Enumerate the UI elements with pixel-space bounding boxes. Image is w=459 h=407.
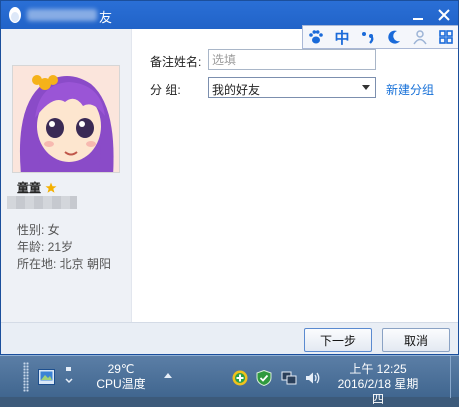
cartoon-girl-avatar	[13, 66, 119, 172]
ime-toolbar[interactable]: 中	[302, 25, 458, 49]
taskbar: 29℃ CPU温度 上午 12:25 2016/2/18 星期四	[0, 355, 459, 406]
dropdown-arrow-icon	[362, 85, 370, 90]
ime-punctuation-button[interactable]	[355, 26, 381, 48]
location-info: 所在地: 北京 朝阳	[17, 257, 112, 271]
add-friend-dialog: 友 中 童童 性别: 女 年龄: 21岁 所在地: 北京 朝阳 备注姓名: 选填…	[0, 0, 459, 355]
group-label: 分 组:	[150, 83, 181, 97]
star-icon	[45, 182, 57, 193]
clock-date: 2016/2/18 星期四	[337, 377, 419, 406]
show-hidden-icons-arrow-icon[interactable]	[164, 373, 172, 378]
group-select-value: 我的好友	[212, 83, 261, 97]
remark-name-label: 备注姓名:	[150, 55, 202, 69]
volume-icon[interactable]	[305, 370, 321, 386]
security-plus-icon[interactable]	[232, 370, 248, 386]
ime-user-button[interactable]	[407, 26, 433, 48]
paw-icon	[309, 30, 323, 44]
new-group-link[interactable]: 新建分组	[386, 81, 434, 98]
temperature-value: 29℃	[107, 362, 135, 376]
profile-panel: 童童 性别: 女 年龄: 21岁 所在地: 北京 朝阳	[1, 29, 132, 322]
close-button[interactable]	[434, 5, 454, 25]
network-icon[interactable]	[281, 370, 297, 386]
window-title: 友	[99, 10, 113, 25]
age-info: 年龄: 21岁	[17, 240, 74, 254]
cancel-button[interactable]: 取消	[382, 328, 450, 352]
system-clock[interactable]: 上午 12:25 2016/2/18 星期四	[336, 362, 420, 407]
minimize-button[interactable]	[408, 5, 428, 25]
ime-mode-button[interactable]: 中	[329, 26, 355, 48]
ime-paw-button[interactable]	[303, 26, 329, 48]
nickname-row: 童童	[17, 179, 57, 196]
grid-icon	[439, 30, 453, 44]
avatar	[12, 65, 120, 173]
picture-icon[interactable]	[38, 369, 55, 385]
moon-icon	[388, 30, 400, 44]
qq-number-blurred	[7, 196, 77, 209]
toolbar-expand-icon[interactable]	[64, 365, 74, 385]
penguin-icon	[9, 7, 21, 23]
cpu-temperature: 29℃ CPU温度	[96, 362, 146, 392]
ime-moon-button[interactable]	[381, 26, 407, 48]
ime-grid-button[interactable]	[433, 26, 458, 48]
title-blurred-name	[27, 9, 97, 21]
close-icon	[438, 9, 450, 21]
minimize-icon	[413, 18, 423, 20]
remark-name-input[interactable]	[208, 49, 376, 70]
punctuation-icon	[362, 32, 374, 44]
clock-time: 上午 12:25	[349, 362, 407, 376]
user-icon	[413, 30, 427, 45]
gender-info: 性别: 女	[17, 223, 60, 237]
nickname: 童童	[17, 181, 42, 195]
next-step-button[interactable]: 下一步	[304, 328, 372, 352]
group-select[interactable]: 我的好友	[208, 77, 376, 98]
shield-icon[interactable]	[256, 370, 272, 386]
temperature-label: CPU温度	[96, 377, 146, 391]
dialog-footer: 下一步 取消	[1, 322, 458, 354]
show-desktop-button[interactable]	[450, 356, 459, 398]
taskbar-grip[interactable]	[23, 362, 29, 392]
